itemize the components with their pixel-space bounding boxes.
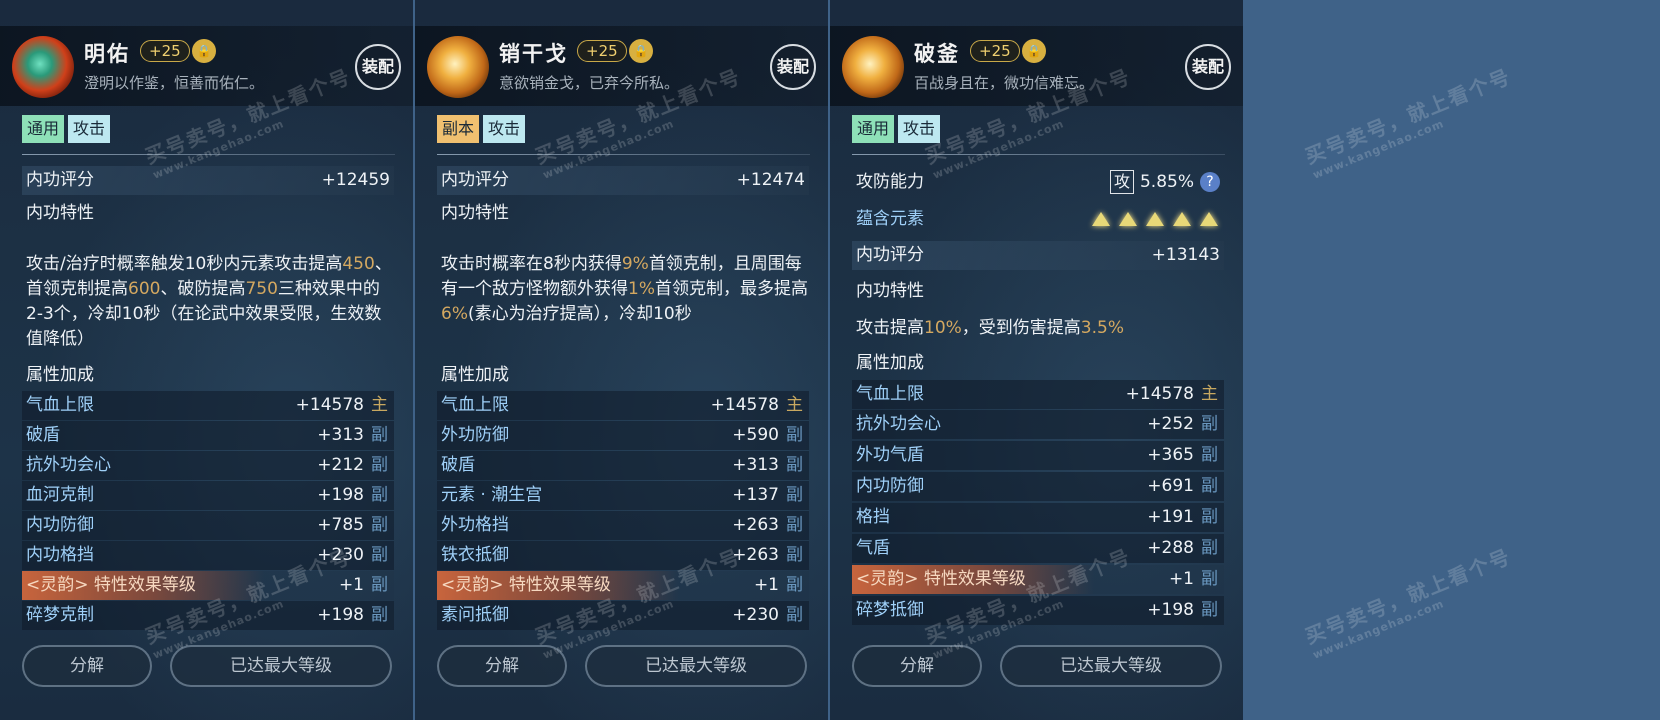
- divider: [437, 154, 810, 155]
- attack-defense-label: 攻防能力: [856, 172, 924, 192]
- trait-effect-text: 攻击/治疗时概率触发10秒内元素攻击提高450、首领克制提高600、破防提高75…: [26, 254, 392, 349]
- tag-attack: 攻击: [68, 115, 111, 143]
- score-value: +12459: [321, 170, 390, 190]
- level-badge: +25: [970, 40, 1020, 62]
- attribute-row: 血河克制 +198 副: [22, 481, 394, 510]
- trait-heading: 内功特性: [22, 199, 394, 228]
- equip-button[interactable]: 装配: [1185, 44, 1231, 90]
- decompose-button[interactable]: 分解: [852, 645, 982, 687]
- attribute-label: 属性加成: [441, 365, 509, 385]
- divider: [852, 154, 1225, 155]
- attribute-label: 属性加成: [26, 365, 94, 385]
- element-label: 蕴含元素: [856, 209, 924, 229]
- trait-heading: 内功特性: [437, 199, 809, 228]
- gem-icon: [427, 36, 489, 98]
- attribute-row: 破盾 +313 副: [22, 421, 394, 450]
- tag-dungeon: 副本: [437, 115, 480, 143]
- score-label: 内功评分: [26, 170, 94, 190]
- attribute-row: 内功防御 +691 副: [852, 472, 1224, 501]
- trait-heading: 内功特性: [852, 277, 1224, 306]
- equipment-name: 破釜: [914, 42, 960, 66]
- element-triangle-icon: [1092, 212, 1110, 226]
- attribute-row: 元素 · 潮生宫 +137 副: [437, 481, 809, 510]
- tag-general: 通用: [22, 115, 65, 143]
- decompose-button[interactable]: 分解: [22, 645, 152, 687]
- equipment-name: 销干戈: [499, 42, 568, 66]
- watermark: 买号卖号，就上看个号 www.kangehao.com: [1301, 64, 1515, 182]
- equipment-description: 意欲销金戈，已弃今所私。: [499, 74, 680, 92]
- score-row: 内功评分 +12459: [22, 166, 394, 195]
- max-level-button[interactable]: 已达最大等级: [1000, 645, 1222, 687]
- level-badge: +25: [140, 40, 190, 62]
- max-level-button[interactable]: 已达最大等级: [585, 645, 807, 687]
- attribute-row: 外功防御 +590 副: [437, 421, 809, 450]
- help-icon[interactable]: ?: [1200, 172, 1220, 192]
- tag-list: 副本 攻击: [437, 115, 526, 143]
- lock-icon[interactable]: 🔒: [1022, 39, 1046, 63]
- lock-icon[interactable]: 🔒: [192, 39, 216, 63]
- score-value: +12474: [736, 170, 805, 190]
- element-triangle-icon: [1146, 212, 1164, 226]
- element-triangle-icon: [1173, 212, 1191, 226]
- attack-box: 攻: [1109, 170, 1134, 194]
- attribute-row: 气血上限 +14578 主: [852, 380, 1224, 409]
- attribute-row: 抗外功会心 +212 副: [22, 451, 394, 480]
- watermark: 买号卖号，就上看个号 www.kangehao.com: [1301, 544, 1515, 662]
- equip-button[interactable]: 装配: [770, 44, 816, 90]
- max-level-button[interactable]: 已达最大等级: [170, 645, 392, 687]
- level-badge: +25: [577, 40, 627, 62]
- attribute-heading: 属性加成: [437, 361, 809, 390]
- attribute-heading: 属性加成: [22, 361, 394, 390]
- trait-label: 内功特性: [26, 203, 94, 223]
- score-row: 内功评分 +13143: [852, 241, 1224, 270]
- equipment-description: 澄明以作鉴，恒善而佑仁。: [84, 74, 265, 92]
- attribute-row: 气血上限 +14578 主: [437, 391, 809, 420]
- trait-label: 内功特性: [441, 203, 509, 223]
- attribute-row: 格挡 +191 副: [852, 503, 1224, 532]
- equip-button[interactable]: 装配: [355, 44, 401, 90]
- attribute-row: 破盾 +313 副: [437, 451, 809, 480]
- panel-header: 破釜 +25 🔒 百战身且在，微功信难忘。 装配: [830, 26, 1243, 106]
- trait-effect-text: 攻击提高10%，受到伤害提高3.5%: [856, 318, 1124, 338]
- lock-icon[interactable]: 🔒: [629, 39, 653, 63]
- element-icons: [1092, 205, 1218, 226]
- gem-icon: [842, 36, 904, 98]
- attribute-row: 铁衣抵御 +263 副: [437, 541, 809, 570]
- score-label: 内功评分: [856, 245, 924, 265]
- trait-label: 内功特性: [856, 281, 924, 301]
- element-triangle-icon: [1200, 212, 1218, 226]
- attribute-heading: 属性加成: [852, 349, 1224, 378]
- attribute-label: 属性加成: [856, 353, 924, 373]
- attribute-row: 内功防御 +785 副: [22, 511, 394, 540]
- tag-list: 通用 攻击: [22, 115, 111, 143]
- element-triangle-icon: [1119, 212, 1137, 226]
- score-value: +13143: [1151, 245, 1220, 265]
- attack-defense-row: 攻防能力 攻 5.85% ?: [852, 168, 1224, 197]
- equipment-name: 明佑: [84, 42, 130, 66]
- score-label: 内功评分: [441, 170, 509, 190]
- element-row: 蕴含元素: [852, 205, 1224, 234]
- attribute-row: 气血上限 +14578 主: [22, 391, 394, 420]
- tag-general: 通用: [852, 115, 895, 143]
- attribute-row: 外功格挡 +263 副: [437, 511, 809, 540]
- score-row: 内功评分 +12474: [437, 166, 809, 195]
- panel-header: 销干戈 +25 🔒 意欲销金戈，已弃今所私。 装配: [415, 26, 828, 106]
- trait-effect-text: 攻击时概率在8秒内获得9%首领克制，且周围每有一个敌方怪物额外获得1%首领克制，…: [441, 254, 808, 324]
- attack-defense-value: 攻 5.85%: [1109, 168, 1194, 197]
- attribute-row: 抗外功会心 +252 副: [852, 410, 1224, 439]
- gem-icon: [12, 36, 74, 98]
- attribute-row: 气盾 +288 副: [852, 534, 1224, 563]
- attribute-row: 外功气盾 +365 副: [852, 441, 1224, 470]
- tag-attack: 攻击: [483, 115, 526, 143]
